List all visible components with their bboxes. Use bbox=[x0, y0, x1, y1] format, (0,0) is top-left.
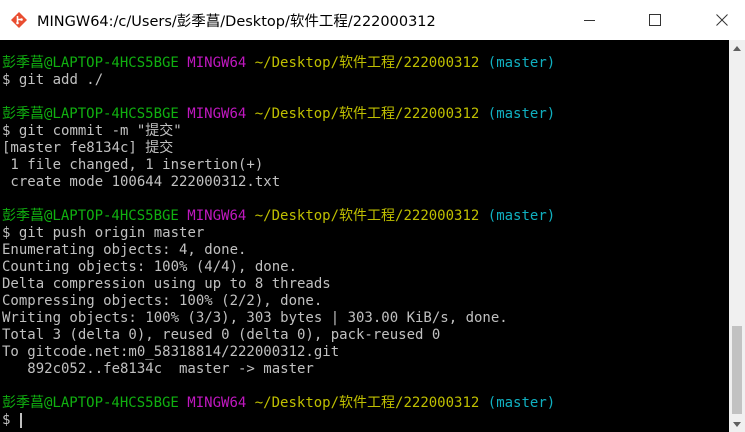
prompt-symbol: $ bbox=[2, 123, 11, 139]
prompt-symbol: $ bbox=[2, 72, 11, 88]
output-line: Counting objects: 100% (4/4), done. bbox=[2, 259, 298, 275]
scroll-down-icon bbox=[733, 421, 741, 427]
prompt-path: ~/Desktop/软件工程/222000312 bbox=[254, 55, 480, 71]
prompt-line: 彭季菖@LAPTOP-4HCS5BGE MINGW64 ~/Desktop/软件… bbox=[2, 208, 555, 225]
terminal-window: MINGW64:/c/Users/彭季菖/Desktop/软件工程/222000… bbox=[0, 0, 745, 432]
prompt-user-host: 彭季菖@LAPTOP-4HCS5BGE bbox=[2, 395, 179, 411]
close-icon bbox=[716, 14, 728, 26]
output-line: Enumerating objects: 4, done. bbox=[2, 242, 247, 258]
output-line: 892c052..fe8134c master -> master bbox=[2, 361, 314, 377]
prompt-symbol: $ bbox=[2, 412, 11, 428]
output-line: Writing objects: 100% (3/3), 303 bytes |… bbox=[2, 310, 508, 326]
vertical-scrollbar[interactable] bbox=[729, 40, 745, 432]
prompt-path: ~/Desktop/软件工程/222000312 bbox=[254, 395, 480, 411]
prompt-path: ~/Desktop/软件工程/222000312 bbox=[254, 208, 480, 224]
prompt-branch: (master) bbox=[487, 395, 556, 411]
prompt-user-host: 彭季菖@LAPTOP-4HCS5BGE bbox=[2, 208, 179, 224]
prompt-system: MINGW64 bbox=[187, 395, 247, 411]
terminal-output[interactable]: 彭季菖@LAPTOP-4HCS5BGE MINGW64 ~/Desktop/软件… bbox=[0, 40, 729, 432]
prompt-line: 彭季菖@LAPTOP-4HCS5BGE MINGW64 ~/Desktop/软件… bbox=[2, 55, 555, 72]
output-line: create mode 100644 222000312.txt bbox=[2, 174, 281, 190]
output-line: To gitcode.net:m0_58318814/222000312.git bbox=[2, 344, 340, 360]
scroll-up-icon bbox=[733, 45, 741, 51]
output-line: Total 3 (delta 0), reused 0 (delta 0), p… bbox=[2, 327, 441, 343]
prompt-user-host: 彭季菖@LAPTOP-4HCS5BGE bbox=[2, 55, 179, 71]
prompt-user-host: 彭季菖@LAPTOP-4HCS5BGE bbox=[2, 106, 179, 122]
prompt-system: MINGW64 bbox=[187, 208, 247, 224]
prompt-line: 彭季菖@LAPTOP-4HCS5BGE MINGW64 ~/Desktop/软件… bbox=[2, 106, 555, 123]
command-text: git push origin master bbox=[18, 225, 205, 241]
maximize-button[interactable] bbox=[632, 0, 678, 40]
command-line: $ git commit -m "提交" bbox=[2, 123, 182, 140]
prompt-branch: (master) bbox=[487, 55, 556, 71]
window-title: MINGW64:/c/Users/彭季菖/Desktop/软件工程/222000… bbox=[37, 13, 436, 30]
minimize-button[interactable] bbox=[567, 0, 613, 40]
maximize-icon bbox=[649, 14, 661, 26]
text-cursor bbox=[20, 413, 22, 428]
prompt-system: MINGW64 bbox=[187, 106, 247, 122]
git-bash-icon[interactable] bbox=[9, 10, 29, 30]
prompt-branch: (master) bbox=[487, 208, 556, 224]
scroll-thumb[interactable] bbox=[732, 326, 742, 414]
output-line: Delta compression using up to 8 threads bbox=[2, 276, 331, 292]
command-text: git add ./ bbox=[18, 72, 104, 88]
minimize-icon bbox=[584, 20, 595, 21]
output-line: 1 file changed, 1 insertion(+) bbox=[2, 157, 264, 173]
prompt-branch: (master) bbox=[487, 106, 556, 122]
output-line: [master fe8134c] 提交 bbox=[2, 140, 174, 156]
command-text: git commit -m "提交" bbox=[18, 123, 182, 139]
scroll-down-button[interactable] bbox=[729, 416, 745, 432]
input-line[interactable]: $ bbox=[2, 412, 19, 429]
prompt-symbol: $ bbox=[2, 225, 11, 241]
prompt-system: MINGW64 bbox=[187, 55, 247, 71]
command-line: $ git push origin master bbox=[2, 225, 204, 242]
command-line: $ git add ./ bbox=[2, 72, 103, 89]
title-bar[interactable]: MINGW64:/c/Users/彭季菖/Desktop/软件工程/222000… bbox=[0, 0, 745, 40]
prompt-line: 彭季菖@LAPTOP-4HCS5BGE MINGW64 ~/Desktop/软件… bbox=[2, 395, 555, 412]
output-line: Compressing objects: 100% (2/2), done. bbox=[2, 293, 323, 309]
prompt-path: ~/Desktop/软件工程/222000312 bbox=[254, 106, 480, 122]
close-button[interactable] bbox=[699, 0, 745, 40]
scroll-up-button[interactable] bbox=[729, 40, 745, 56]
